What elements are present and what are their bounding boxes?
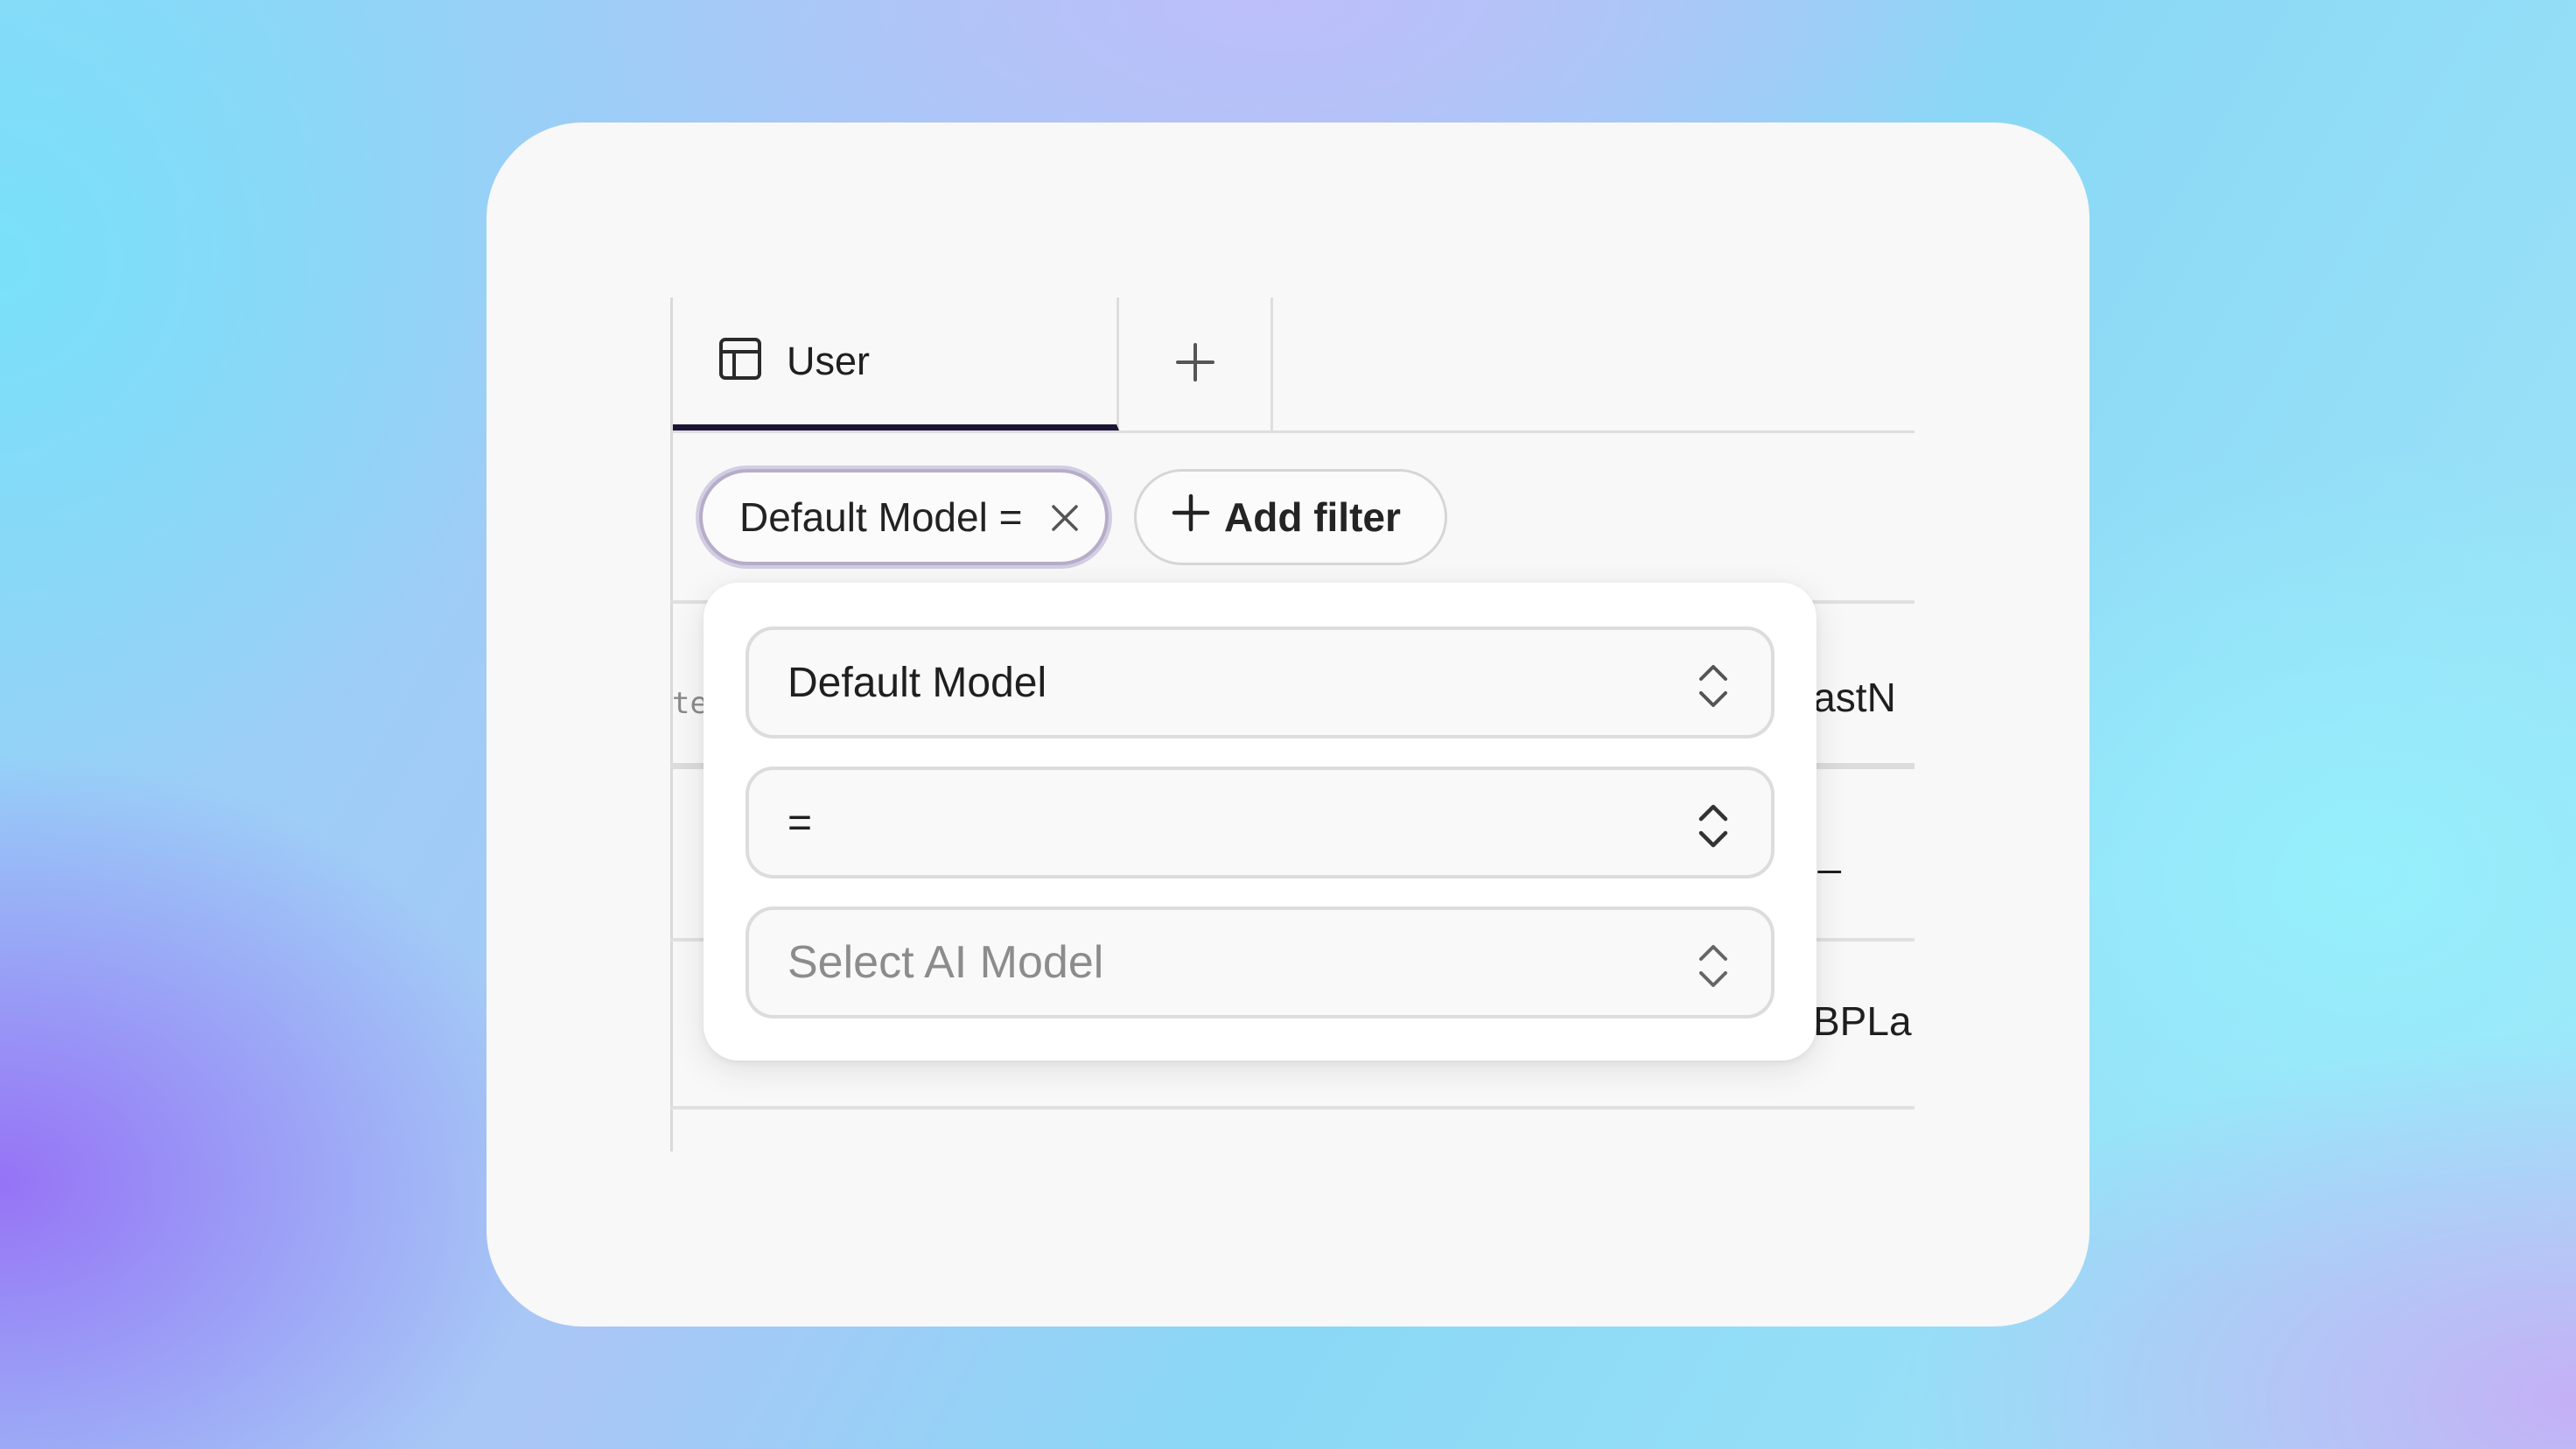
tab-user-label: User	[787, 338, 871, 383]
field-select-value: Default Model	[788, 659, 1047, 706]
add-filter-label: Add filter	[1224, 494, 1401, 540]
chevron-up-down-icon	[1696, 942, 1731, 990]
value-select[interactable]: Select AI Model	[746, 906, 1774, 1018]
tab-bar: User	[670, 298, 1914, 433]
table-row-divider	[670, 1106, 1914, 1110]
chevron-up-down-icon	[1696, 802, 1731, 850]
field-select[interactable]: Default Model	[746, 626, 1774, 738]
active-filter-pill[interactable]: Default Model =	[699, 469, 1109, 565]
operator-select[interactable]: =	[746, 766, 1774, 878]
column-header-fragment: te	[672, 686, 708, 721]
add-tab-button[interactable]	[1119, 298, 1273, 430]
active-filter-label: Default Model =	[739, 494, 1023, 540]
table-cell: _	[1818, 829, 1841, 874]
column-header-lastname: lastN	[1804, 675, 1896, 720]
table-cell: BPLa	[1813, 998, 1912, 1044]
table-icon	[718, 337, 762, 385]
plus-icon	[1174, 341, 1216, 388]
remove-filter-icon[interactable]	[1042, 495, 1088, 541]
value-select-placeholder: Select AI Model	[788, 937, 1104, 988]
filter-popover: Default Model = Select AI Model	[704, 583, 1816, 1060]
chevron-up-down-icon	[1696, 662, 1731, 710]
add-filter-button[interactable]: Add filter	[1134, 469, 1447, 565]
operator-select-value: =	[788, 799, 813, 846]
tab-user[interactable]: User	[673, 298, 1119, 430]
plus-icon	[1172, 494, 1210, 542]
